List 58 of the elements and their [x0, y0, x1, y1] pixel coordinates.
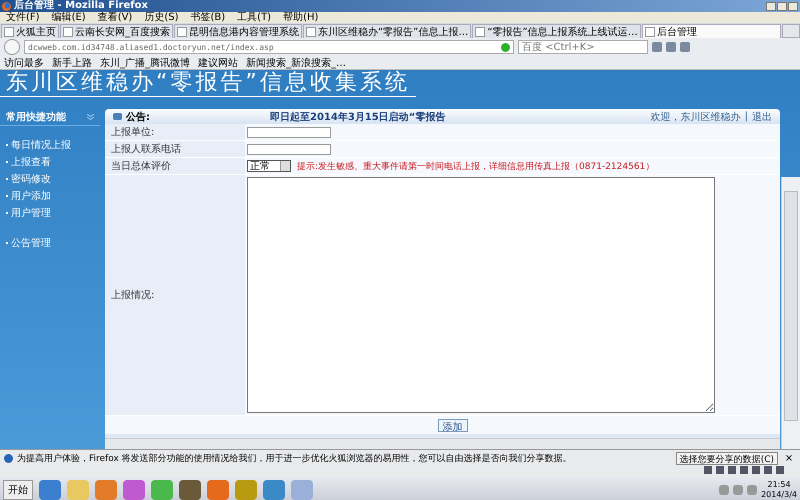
browser-tab[interactable]: 后台管理: [642, 24, 781, 38]
browser-tab[interactable]: 东川区维稳办“零报告”信息上报…: [303, 24, 472, 38]
bookmark[interactable]: 新手上路: [52, 56, 92, 70]
horizontal-scrollbar[interactable]: [105, 438, 780, 449]
menu-item[interactable]: 查看(V): [98, 12, 132, 24]
welcome-text: 欢迎，东川区维稳办: [650, 110, 741, 124]
field-label: 当日总体评价: [105, 158, 245, 174]
firefox-icon: [2, 2, 11, 10]
close-button[interactable]: [788, 2, 798, 10]
chevron-icon[interactable]: [87, 114, 94, 120]
vertical-scrollbar[interactable]: [781, 177, 800, 449]
bookmark[interactable]: 访问最多: [4, 56, 44, 70]
sidebar-link[interactable]: 密码修改: [11, 172, 51, 186]
menu-item[interactable]: 书签(B): [190, 12, 226, 24]
minimize-button[interactable]: [766, 2, 776, 10]
sidebar-title: 常用快捷功能: [6, 110, 66, 124]
notice-text: 即日起至2014年3月15日启动“零报告: [270, 110, 446, 124]
start-button[interactable]: 开始: [3, 480, 33, 500]
clock[interactable]: 21:54 2014/3/4: [761, 480, 797, 500]
field-label: 上报单位:: [105, 124, 245, 140]
bookmark[interactable]: 东川_广播_腾讯微博: [100, 56, 190, 70]
bookmark[interactable]: 新闻搜索_新浪搜索_…: [246, 56, 346, 70]
browser-tab[interactable]: 昆明信息港内容管理系统: [174, 24, 302, 38]
sidebar-link[interactable]: 公告管理: [11, 236, 51, 250]
notification-text: 为提高用户体验，Firefox 将发送部分功能的使用情况给我们，用于进一步优化火狐浏览器的易用性，您可以自由选择是否向我们分享数据。: [17, 452, 573, 464]
sidebar-link[interactable]: 每日情况上报: [11, 138, 71, 152]
rating-dropdown[interactable]: 正常: [247, 160, 291, 172]
sidebar-link[interactable]: 用户添加: [11, 189, 51, 203]
add-button[interactable]: 添加: [438, 418, 468, 432]
menu-item[interactable]: 编辑(E): [52, 12, 86, 24]
notice-label: 公告:: [126, 110, 151, 124]
share-data-button[interactable]: 选择您要分享的数据(C): [676, 452, 778, 464]
hint-text: 提示:发生敏感、重大事件请第一时间电话上报，详细信息用传真上报（0871-2124561）: [297, 160, 654, 172]
address-bar[interactable]: dcwweb.com.id34748.aliased1.doctoryun.net/index.asp: [24, 40, 514, 54]
browser-tab[interactable]: 云南长安网_百度搜索: [60, 24, 173, 38]
close-notification-button[interactable]: ×: [782, 452, 796, 464]
speaker-icon: [113, 113, 122, 120]
sidebar-link[interactable]: 上报查看: [11, 155, 51, 169]
bookmark[interactable]: 建议网站: [198, 56, 238, 70]
site-title: 东川区维稳办“零报告”信息收集系统: [0, 70, 416, 97]
menu-item[interactable]: 文件(F): [6, 12, 40, 24]
search-field[interactable]: 百度 <Ctrl+K>: [518, 40, 648, 54]
info-icon: [4, 454, 13, 462]
field-label: 上报人联系电话: [105, 141, 245, 157]
menu-item[interactable]: 帮助(H): [283, 12, 318, 24]
sidebar-link[interactable]: 用户管理: [11, 206, 51, 220]
new-tab-button[interactable]: [782, 24, 800, 38]
separator-text: |: [744, 111, 748, 122]
menu-item[interactable]: 工具(T): [237, 12, 272, 24]
browser-tab[interactable]: 火狐主页: [1, 24, 59, 38]
field-label: 上报情况:: [105, 175, 245, 415]
back-button[interactable]: [4, 39, 20, 55]
text-input[interactable]: [247, 126, 331, 138]
browser-tab[interactable]: “零报告”信息上报系统上线试运…: [472, 24, 641, 38]
menu-item[interactable]: 历史(S): [144, 12, 178, 24]
maximize-button[interactable]: [777, 2, 787, 10]
logout-link[interactable]: 退出: [752, 110, 772, 124]
text-input[interactable]: [247, 144, 331, 154]
